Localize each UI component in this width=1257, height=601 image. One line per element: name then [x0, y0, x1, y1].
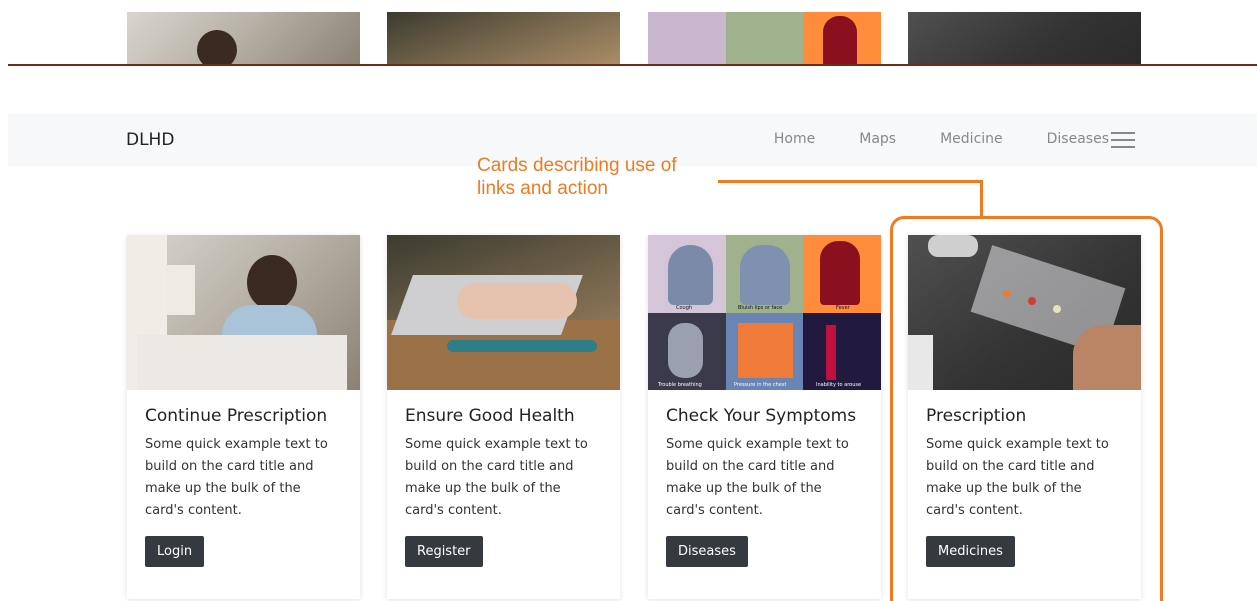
card-text: Some quick example text to build on the … [145, 437, 328, 518]
card-image-symptoms: Cough Bluish lips or face Fever Trouble … [648, 235, 881, 390]
diseases-button[interactable]: Diseases [666, 536, 748, 567]
card-check-your-symptoms: Cough Bluish lips or face Fever Trouble … [648, 235, 881, 599]
annotation-connector-vertical [980, 180, 983, 218]
strip-image-laptop [387, 12, 620, 64]
nav-link-medicine[interactable]: Medicine [940, 131, 1003, 147]
annotation-highlight-box [890, 216, 1163, 601]
nav-link-maps[interactable]: Maps [859, 131, 896, 147]
symptom-label-inability-arouse: Inability to arouse [816, 382, 862, 388]
strip-image-patient [127, 12, 360, 64]
nav-links: Home Maps Medicine Diseases [730, 131, 1109, 147]
previous-card-images-strip [0, 0, 1257, 66]
symptom-label-bluish-lips: Bluish lips or face [738, 305, 783, 311]
divider-line [8, 64, 1257, 66]
strip-image-symptoms [648, 12, 881, 64]
card-body: Ensure Good Health Some quick example te… [387, 390, 620, 567]
register-button[interactable]: Register [405, 536, 483, 567]
symptom-label-cough: Cough [676, 305, 693, 311]
card-title: Ensure Good Health [405, 406, 575, 426]
card-image-patient [127, 235, 360, 390]
card-text: Some quick example text to build on the … [666, 437, 849, 518]
annotation-text: Cards describing use of links and action [477, 154, 737, 200]
hamburger-menu-icon[interactable] [1111, 132, 1135, 149]
symptom-label-pressure-chest: Pressure in the chest [734, 382, 787, 388]
brand-logo[interactable]: DLHD [126, 130, 174, 150]
symptom-label-trouble-breathing: Trouble breathing [658, 382, 702, 388]
card-ensure-good-health: Ensure Good Health Some quick example te… [387, 235, 620, 599]
annotation-connector-horizontal [718, 180, 983, 183]
card-image-laptop [387, 235, 620, 390]
nav-link-home[interactable]: Home [774, 131, 815, 147]
strip-image-pills [908, 12, 1141, 64]
card-text: Some quick example text to build on the … [405, 437, 588, 518]
annotation-line-1: Cards describing use of [477, 155, 677, 176]
card-title: Check Your Symptoms [666, 406, 857, 426]
login-button[interactable]: Login [145, 536, 205, 567]
symptom-label-fever: Fever [836, 305, 850, 311]
nav-link-diseases[interactable]: Diseases [1047, 131, 1109, 147]
card-body: Check Your Symptoms Some quick example t… [648, 390, 881, 567]
annotation-line-2: links and action [477, 178, 608, 199]
card-continue-prescription: Continue Prescription Some quick example… [127, 235, 360, 599]
card-title: Continue Prescription [145, 406, 328, 426]
card-body: Continue Prescription Some quick example… [127, 390, 360, 567]
